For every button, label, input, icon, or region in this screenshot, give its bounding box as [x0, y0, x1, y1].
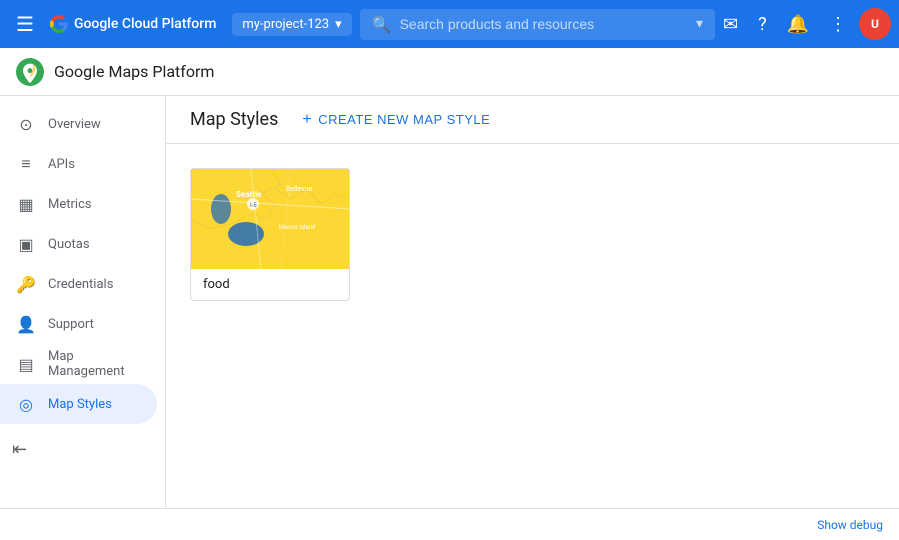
sidebar-item-map-management[interactable]: ▤ Map Management [0, 344, 157, 384]
dropdown-icon: ▾ [335, 17, 342, 32]
topbar: ☰ Google Cloud Platform my-project-123 ▾… [0, 0, 899, 48]
support-icon: 👤 [16, 315, 36, 334]
map-card-label: food [191, 269, 349, 300]
topbar-title: Google Cloud Platform [74, 16, 216, 32]
project-name: my-project-123 [242, 17, 329, 32]
svg-text:Seattle: Seattle [236, 190, 262, 199]
create-new-map-style-button[interactable]: + CREATE NEW MAP STYLE [302, 111, 490, 129]
main-layout: ⊙ Overview ≡ APIs ▦ Metrics ▣ Quotas 🔑 C… [0, 96, 899, 508]
sidebar-item-apis[interactable]: ≡ APIs [0, 144, 157, 184]
product-name: Google Maps Platform [54, 62, 214, 81]
sidebar-label-overview: Overview [48, 117, 101, 132]
avatar[interactable]: U [859, 8, 891, 40]
sidebar-label-map-management: Map Management [48, 349, 141, 379]
sidebar-label-support: Support [48, 317, 94, 332]
content-title: Map Styles [190, 109, 278, 130]
maps-logo [16, 58, 44, 86]
map-style-card[interactable]: Seattle Bellevue Mercer Island I-5 food [190, 168, 350, 301]
sidebar-item-quotas[interactable]: ▣ Quotas [0, 224, 157, 264]
email-icon-btn[interactable]: ✉ [715, 6, 746, 43]
notification-icon-btn[interactable]: 🔔 [779, 6, 817, 43]
menu-icon[interactable]: ☰ [8, 4, 42, 44]
search-dropdown-icon: ▾ [696, 16, 703, 32]
topbar-actions: ✉ ? 🔔 ⋮ U [715, 6, 891, 43]
map-thumbnail: Seattle Bellevue Mercer Island I-5 [191, 169, 350, 269]
map-styles-icon: ◎ [16, 395, 36, 414]
sidebar-item-credentials[interactable]: 🔑 Credentials [0, 264, 157, 304]
sidebar-item-overview[interactable]: ⊙ Overview [0, 104, 157, 144]
more-icon-btn[interactable]: ⋮ [821, 6, 855, 43]
project-selector[interactable]: my-project-123 ▾ [232, 13, 351, 36]
svg-text:Mercer Island: Mercer Island [279, 224, 315, 231]
create-btn-icon: + [302, 111, 312, 129]
svg-text:I-5: I-5 [250, 202, 257, 209]
search-input[interactable] [400, 16, 696, 32]
collapse-icon[interactable]: ⇤ [12, 439, 27, 460]
help-icon-btn[interactable]: ? [750, 6, 775, 43]
credentials-icon: 🔑 [16, 275, 36, 294]
sidebar-item-support[interactable]: 👤 Support [0, 304, 157, 344]
sidebar-label-metrics: Metrics [48, 197, 92, 212]
show-debug-link[interactable]: Show debug [817, 518, 883, 532]
sidebar-label-quotas: Quotas [48, 237, 90, 252]
quotas-icon: ▣ [16, 235, 36, 254]
metrics-icon: ▦ [16, 195, 36, 214]
sidebar-label-credentials: Credentials [48, 277, 113, 292]
overview-icon: ⊙ [16, 115, 36, 134]
sidebar-item-metrics[interactable]: ▦ Metrics [0, 184, 157, 224]
svg-text:Bellevue: Bellevue [286, 185, 312, 193]
content-body: Seattle Bellevue Mercer Island I-5 food [166, 144, 899, 508]
topbar-logo: Google Cloud Platform [50, 15, 216, 33]
content-area: Map Styles + CREATE NEW MAP STYLE [166, 96, 899, 508]
search-bar[interactable]: 🔍 ▾ [360, 9, 715, 40]
search-icon: 🔍 [372, 15, 392, 34]
sidebar-item-map-styles[interactable]: ◎ Map Styles [0, 384, 157, 424]
sidebar-label-map-styles: Map Styles [48, 397, 112, 412]
apis-icon: ≡ [16, 154, 36, 174]
sidebar: ⊙ Overview ≡ APIs ▦ Metrics ▣ Quotas 🔑 C… [0, 96, 166, 508]
map-management-icon: ▤ [16, 355, 36, 374]
sidebar-label-apis: APIs [48, 157, 75, 172]
create-btn-label: CREATE NEW MAP STYLE [318, 112, 490, 127]
bottom-bar: Show debug [0, 508, 899, 540]
content-header: Map Styles + CREATE NEW MAP STYLE [166, 96, 899, 144]
product-header: Google Maps Platform [0, 48, 899, 96]
